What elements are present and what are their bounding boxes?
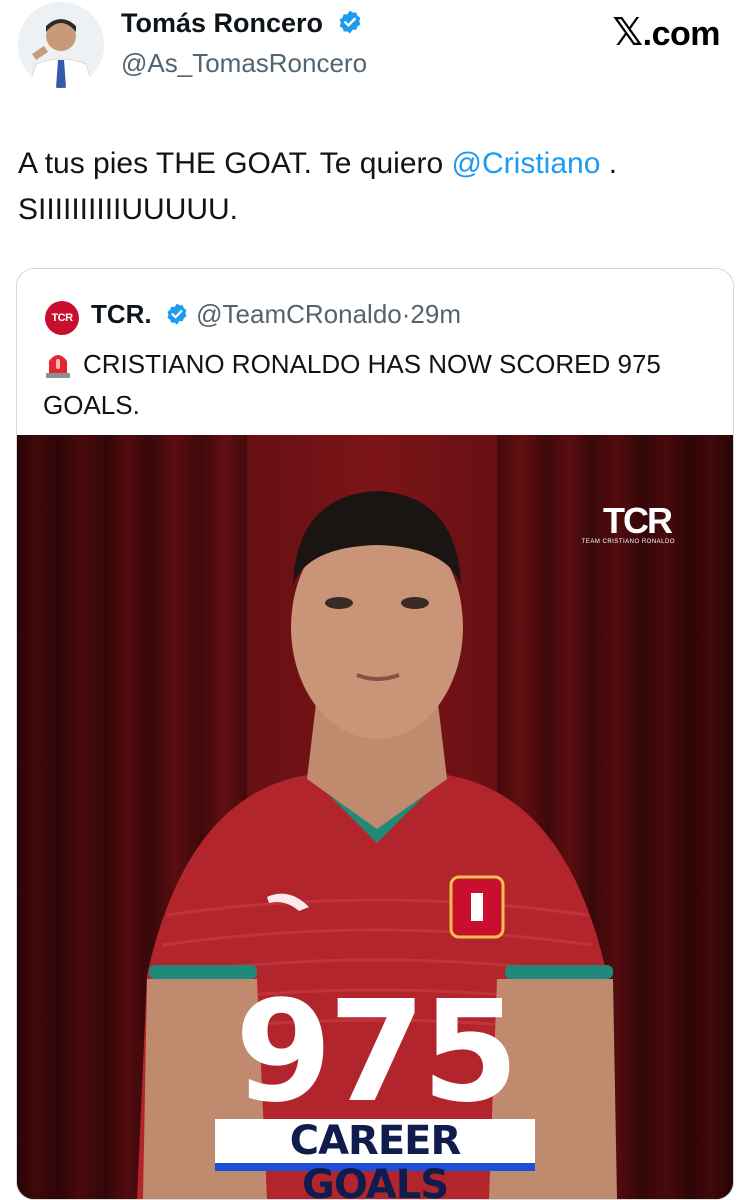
quoted-verified-badge-icon bbox=[165, 302, 189, 333]
goals-number: 975 bbox=[234, 971, 519, 1134]
quoted-tweet-card[interactable]: TCR TCR. @TeamCRonaldo·29m CRISTIANO RON… bbox=[16, 268, 734, 1200]
mention-link[interactable]: @Cristiano bbox=[452, 147, 601, 180]
author-name-text: Tomás Roncero bbox=[121, 8, 324, 38]
x-com-text: .com bbox=[642, 15, 721, 53]
quoted-time[interactable]: 29m bbox=[410, 299, 461, 329]
career-goals-banner: CAREER GOALS bbox=[215, 1119, 535, 1199]
quoted-header: TCR. @TeamCRonaldo·29m bbox=[91, 299, 461, 333]
quoted-media-image[interactable]: TCR TEAM CRISTIANO RONALDO 975 CAREER GO… bbox=[17, 435, 733, 1199]
verified-badge-icon bbox=[337, 9, 363, 42]
author-handle[interactable]: @As_TomasRoncero bbox=[121, 48, 367, 79]
quoted-avatar[interactable]: TCR bbox=[45, 301, 79, 335]
author-name[interactable]: Tomás Roncero bbox=[121, 8, 363, 42]
tweet-text: A tus pies THE GOAT. Te quiero @Cristian… bbox=[18, 141, 718, 233]
quoted-handle[interactable]: @TeamCRonaldo bbox=[196, 299, 402, 329]
tcr-watermark-subtitle: TEAM CRISTIANO RONALDO bbox=[581, 539, 675, 545]
tweet-text-line2: SIIIIIIIIIIUUUUU. bbox=[18, 193, 239, 226]
tcr-watermark-logo: TCR bbox=[603, 500, 673, 541]
x-com-logo: 𝕏.com bbox=[612, 10, 721, 55]
x-logo-icon: 𝕏 bbox=[612, 12, 644, 54]
quoted-text: CRISTIANO RONALDO HAS NOW SCORED 975 GOA… bbox=[43, 347, 713, 423]
quoted-text-body: CRISTIANO RONALDO HAS NOW SCORED 975 GOA… bbox=[43, 349, 661, 420]
quoted-name[interactable]: TCR. bbox=[91, 299, 152, 329]
tweet-text-end: . bbox=[600, 147, 618, 180]
tweet-text-part: A tus pies THE GOAT. Te quiero bbox=[18, 147, 452, 180]
siren-icon bbox=[43, 347, 73, 388]
author-avatar[interactable] bbox=[18, 2, 104, 88]
